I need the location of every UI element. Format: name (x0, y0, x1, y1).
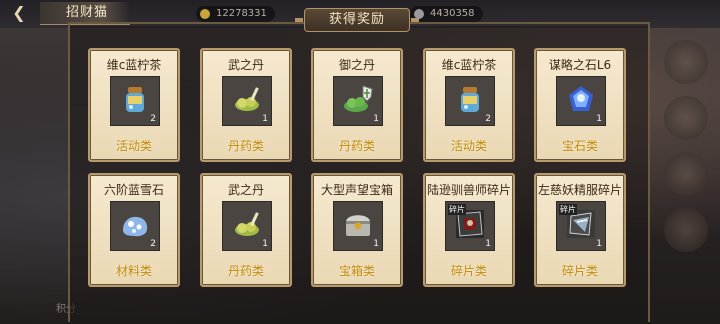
reward-card[interactable]: 六阶蓝雪石 2 材料类 (88, 173, 180, 287)
reward-card[interactable]: 大型声望宝箱 1 宝箱类 (311, 173, 403, 287)
side-button-settings[interactable] (664, 208, 708, 252)
blue-lemon-tea-bottle-icon (454, 83, 486, 115)
treasure-chest-icon (342, 208, 374, 240)
reward-card[interactable]: 御之丹 1 丹药类 (311, 48, 403, 162)
green-pill-shield-icon (342, 83, 374, 115)
reward-card[interactable]: 维c蓝柠茶 2 活动类 (423, 48, 515, 162)
yellow-pill-icon (231, 208, 263, 240)
item-slot[interactable]: 1 (556, 76, 606, 126)
resource-2-value: 4430358 (430, 8, 475, 19)
reward-type: 材料类 (115, 264, 152, 278)
blue-snow-stone-icon (119, 208, 151, 240)
coin-icon (200, 9, 210, 19)
reward-type: 碎片类 (561, 264, 598, 278)
reward-card[interactable]: 武之丹 1 丹药类 (200, 173, 292, 287)
item-slot[interactable]: 碎片 1 (445, 201, 495, 251)
item-slot[interactable]: 2 (110, 201, 160, 251)
reward-card[interactable]: 维c蓝柠茶 2 活动类 (88, 48, 180, 162)
item-count: 1 (596, 114, 602, 124)
item-slot[interactable]: 2 (110, 76, 160, 126)
reward-type: 宝石类 (561, 139, 598, 153)
back-arrow-icon[interactable]: ❮ (6, 3, 32, 23)
item-slot[interactable]: 碎片 1 (556, 201, 606, 251)
modal-title: 获得奖励 (295, 8, 419, 32)
reward-name: 六阶蓝雪石 (103, 183, 164, 197)
reward-type: 宝箱类 (338, 264, 375, 278)
item-slot[interactable]: 2 (445, 76, 495, 126)
item-slot[interactable]: 1 (222, 201, 272, 251)
item-count: 1 (596, 239, 602, 249)
resource-bar-1: 12278331 (196, 6, 275, 22)
reward-type: 碎片类 (450, 264, 487, 278)
item-count: 2 (485, 114, 491, 124)
item-count: 1 (373, 114, 379, 124)
item-count: 2 (150, 114, 156, 124)
side-menu (664, 40, 712, 264)
side-button-activity[interactable] (664, 40, 708, 84)
reward-card[interactable]: 武之丹 1 丹药类 (200, 48, 292, 162)
item-slot[interactable]: 1 (333, 76, 383, 126)
reward-name: 武之丹 (227, 183, 264, 197)
reward-type: 活动类 (450, 139, 487, 153)
reward-name: 陆逊驯兽师碎片 (426, 183, 511, 197)
blue-lemon-tea-bottle-icon (119, 83, 151, 115)
side-button-rank[interactable] (664, 152, 708, 196)
item-slot[interactable]: 1 (222, 76, 272, 126)
item-count: 1 (373, 239, 379, 249)
yellow-pill-icon (231, 83, 263, 115)
reward-name: 御之丹 (338, 58, 375, 72)
reward-name: 维c蓝柠茶 (106, 58, 162, 72)
reward-type: 活动类 (115, 139, 152, 153)
reward-type: 丹药类 (227, 264, 264, 278)
reward-card[interactable]: 谋略之石L6 1 宝石类 (534, 48, 626, 162)
resource-1-value: 12278331 (216, 8, 267, 19)
item-count: 1 (262, 114, 268, 124)
item-slot[interactable]: 1 (333, 201, 383, 251)
reward-name: 谋略之石L6 (548, 58, 612, 72)
resource-bar-2: 4430358 (410, 6, 483, 22)
fragment-tag: 碎片 (448, 204, 466, 215)
reward-card[interactable]: 左慈妖精服碎片碎片 1 碎片类 (534, 173, 626, 287)
side-button-event[interactable] (664, 96, 708, 140)
reward-name: 左慈妖精服碎片 (537, 183, 622, 197)
blue-gem-icon (565, 83, 597, 115)
item-count: 2 (150, 239, 156, 249)
reward-type: 丹药类 (227, 139, 264, 153)
item-count: 1 (262, 239, 268, 249)
fragment-tag: 碎片 (559, 204, 577, 215)
reward-name: 武之丹 (227, 58, 264, 72)
item-count: 1 (485, 239, 491, 249)
reward-card[interactable]: 陆逊驯兽师碎片碎片 1 碎片类 (423, 173, 515, 287)
reward-name: 维c蓝柠茶 (441, 58, 497, 72)
reward-name: 大型声望宝箱 (320, 183, 393, 197)
reward-type: 丹药类 (338, 139, 375, 153)
